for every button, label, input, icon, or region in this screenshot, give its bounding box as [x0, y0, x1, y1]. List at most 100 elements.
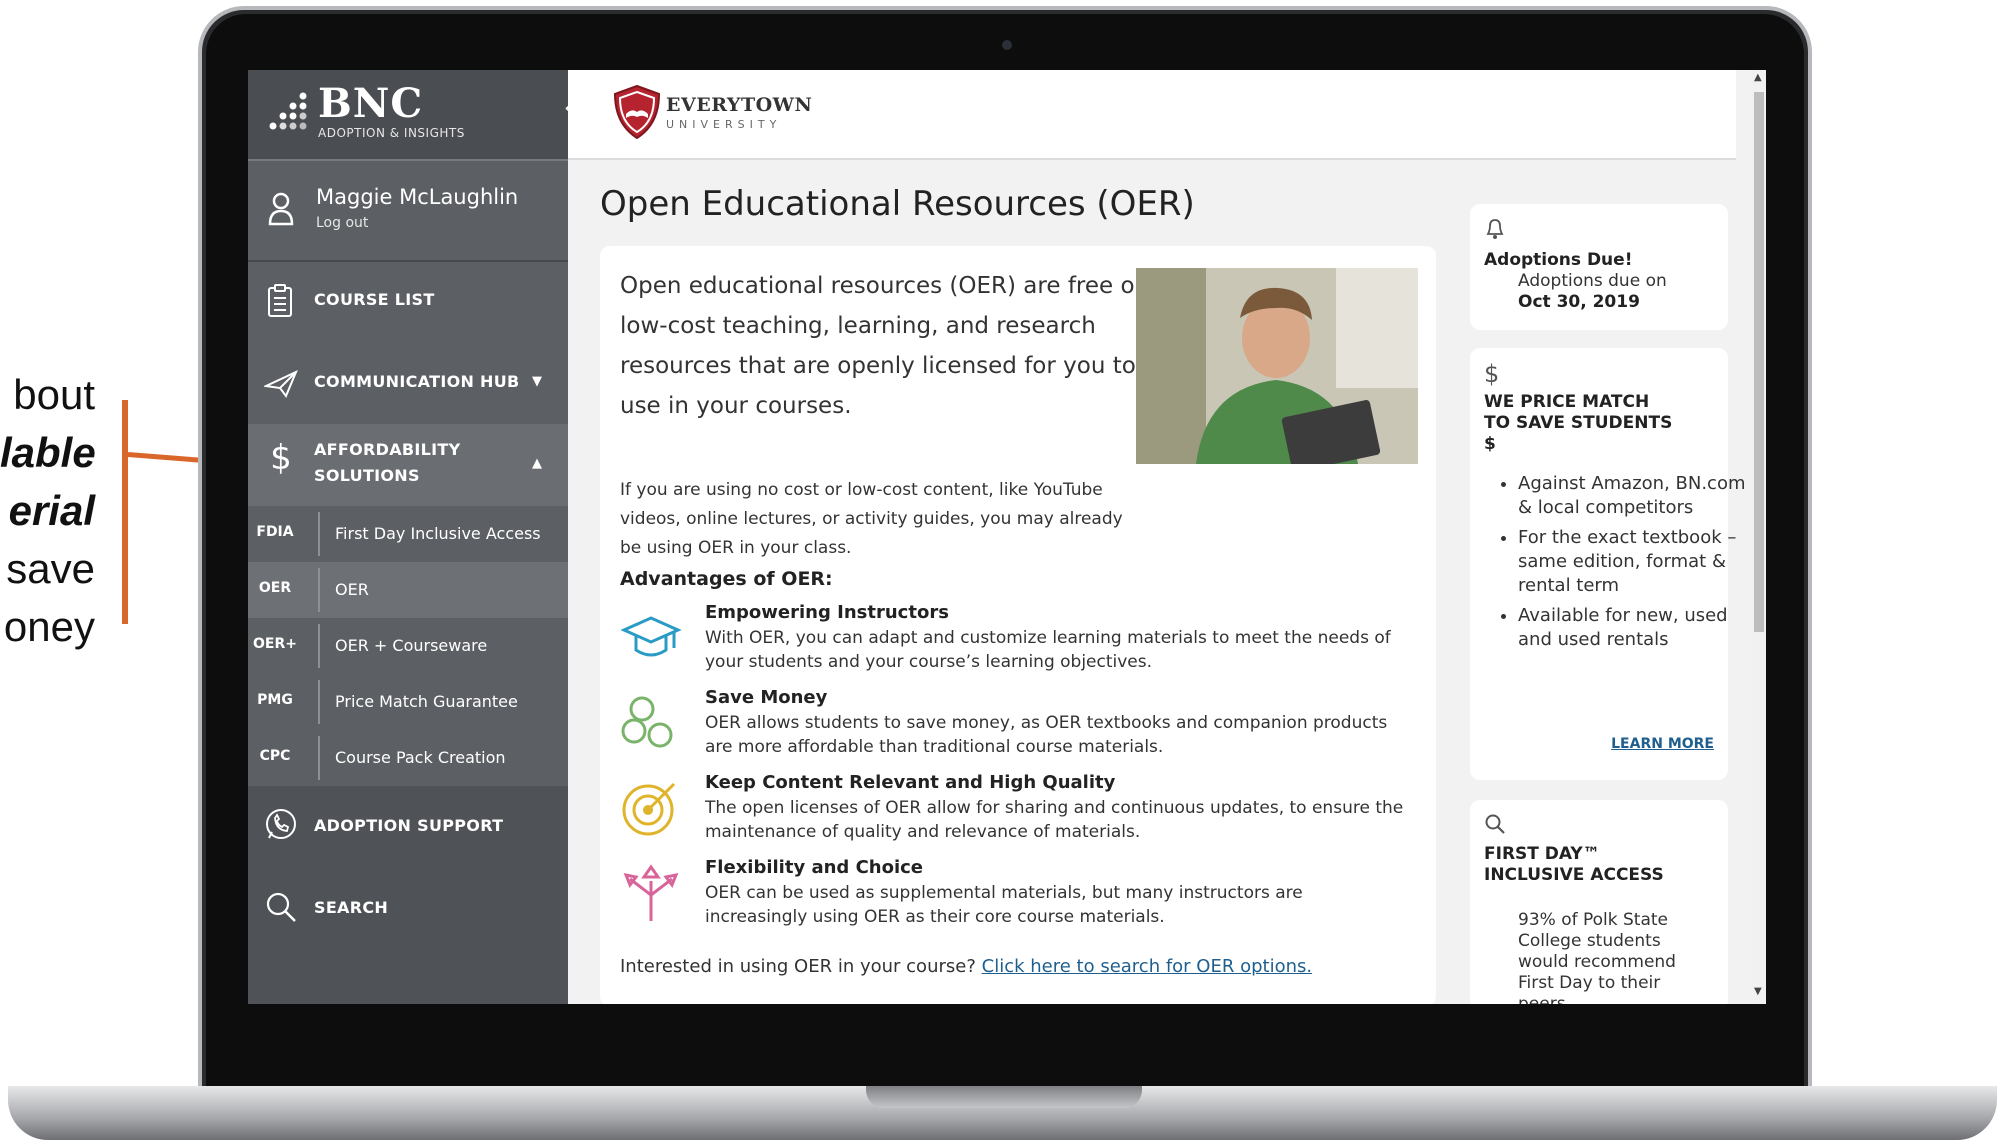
- main-content: EVERYTOWN UNIVERSITY Open Educational Re…: [568, 70, 1750, 1004]
- nav-search[interactable]: SEARCH: [248, 868, 568, 950]
- sidebar-footer: [248, 950, 568, 1004]
- subnav-label: First Day Inclusive Access: [335, 524, 541, 543]
- chevron-down-icon[interactable]: ▼: [1754, 986, 1762, 997]
- subnav-divider: [318, 680, 320, 724]
- cta-line: Interested in using OER in your course? …: [620, 956, 1312, 977]
- nav-communication-hub-label: COMMUNICATION HUB: [314, 372, 520, 391]
- nav-adoption-support[interactable]: ADOPTION SUPPORT: [248, 786, 568, 868]
- adoptions-line: Adoptions due on: [1518, 271, 1667, 291]
- subnav-label: Price Match Guarantee: [335, 692, 518, 711]
- advantages-title: Advantages of OER:: [620, 568, 833, 590]
- search-icon: [1485, 814, 1505, 834]
- clipboard-icon: [268, 284, 292, 317]
- price-match-heading-2: TO SAVE STUDENTS: [1484, 413, 1673, 433]
- first-day-text: 93% of Polk State College students would…: [1518, 910, 1676, 1004]
- advantage-heading: Empowering Instructors: [705, 602, 949, 623]
- callout-line-1: bout: [13, 371, 95, 418]
- intro-text: Open educational resources (OER) are fre…: [620, 273, 1145, 419]
- app-screen: BNC ADOPTION & INSIGHTS Maggie McLaughli…: [248, 70, 1766, 1004]
- subnav-abbr: OER: [258, 580, 292, 596]
- subnav-pmg[interactable]: PMG Price Match Guarantee: [248, 674, 568, 730]
- nav-course-list[interactable]: COURSE LIST: [248, 260, 568, 342]
- student-photo: [1136, 268, 1418, 464]
- oer-search-link[interactable]: Click here to search for OER options.: [982, 956, 1312, 977]
- nav-affordability-solutions[interactable]: $ AFFORDABILITY SOLUTIONS ▲: [248, 424, 568, 506]
- nav-adoption-support-label: ADOPTION SUPPORT: [314, 816, 504, 835]
- phone-chat-icon: [266, 809, 296, 839]
- graduation-cap-icon: [620, 616, 682, 657]
- brand-header: BNC ADOPTION & INSIGHTS: [248, 70, 568, 159]
- laptop-notch: [866, 1086, 1142, 1108]
- first-day-heading-2: INCLUSIVE ACCESS: [1484, 865, 1664, 885]
- learn-more-link[interactable]: LEARN MORE: [1611, 736, 1714, 752]
- sidebar: BNC ADOPTION & INSIGHTS Maggie McLaughli…: [248, 70, 568, 1004]
- subnav-divider: [318, 736, 320, 780]
- top-bar: EVERYTOWN UNIVERSITY: [568, 70, 1736, 160]
- subnav-divider: [318, 512, 320, 556]
- oer-card: Open educational resources (OER) are fre…: [600, 246, 1436, 1004]
- nav-communication-hub[interactable]: COMMUNICATION HUB ▼: [248, 342, 568, 424]
- callout-line-2: lable: [0, 429, 96, 476]
- brand-name: BNC: [318, 80, 424, 127]
- scrollbar[interactable]: ▲ ▼: [1752, 70, 1766, 1004]
- callout-bracket: [122, 400, 128, 624]
- subnav-label: OER: [335, 580, 369, 599]
- price-match-list: Against Amazon, BN.com & local competito…: [1478, 472, 1750, 658]
- callout-text: bout lable erial save oney: [0, 366, 96, 656]
- search-icon: [266, 892, 296, 922]
- subnav-oer[interactable]: OER OER: [248, 562, 568, 618]
- subnav-abbr: PMG: [257, 692, 293, 708]
- chevron-up-icon[interactable]: ▲: [1754, 72, 1762, 83]
- advantage-heading: Save Money: [705, 687, 828, 708]
- advantage-text: The open licenses of OER allow for shari…: [705, 798, 1404, 842]
- school-name: EVERYTOWN: [666, 94, 813, 116]
- subnav-cpc[interactable]: CPC Course Pack Creation: [248, 730, 568, 786]
- price-match-card: $ WE PRICE MATCH TO SAVE STUDENTS $ Agai…: [1470, 348, 1746, 780]
- page-title: Open Educational Resources (OER): [600, 184, 1195, 224]
- advantage-item: Keep Content Relevant and High Quality T…: [620, 772, 1420, 852]
- nav-search-label: SEARCH: [314, 898, 389, 917]
- callout-line-5: oney: [3, 603, 95, 650]
- coins-icon: [621, 696, 673, 748]
- list-item: Available for new, used and used rentals: [1518, 604, 1750, 652]
- subnav-abbr: OER+: [253, 636, 297, 652]
- camera-icon: [1002, 40, 1012, 50]
- price-match-heading-1: WE PRICE MATCH: [1484, 392, 1650, 412]
- list-item: Against Amazon, BN.com & local competito…: [1518, 472, 1750, 520]
- subnav-label: Course Pack Creation: [335, 748, 506, 767]
- advantage-item: Flexibility and Choice OER can be used a…: [620, 857, 1420, 937]
- bell-icon: [1486, 219, 1504, 239]
- small-text: If you are using no cost or low-cost con…: [620, 480, 1123, 558]
- subnav-abbr: FDIA: [256, 524, 294, 540]
- chevron-up-icon: ▲: [532, 456, 542, 471]
- callout-line-4: save: [6, 545, 95, 592]
- advantage-item: Empowering Instructors With OER, you can…: [620, 602, 1420, 682]
- adoptions-date: Oct 30, 2019: [1518, 292, 1640, 312]
- paper-plane-icon: [264, 370, 298, 398]
- advantage-heading: Flexibility and Choice: [705, 857, 924, 878]
- advantage-item: Save Money OER allows students to save m…: [620, 687, 1420, 767]
- subnav-oer-plus[interactable]: OER+ OER + Courseware: [248, 618, 568, 674]
- subnav-divider: [318, 624, 320, 668]
- bnc-logo-icon: [269, 92, 307, 130]
- scrollbar-thumb[interactable]: [1754, 92, 1764, 632]
- target-icon: [622, 782, 676, 836]
- subnav-fdia[interactable]: FDIA First Day Inclusive Access: [248, 506, 568, 562]
- subnav-abbr: CPC: [259, 748, 291, 764]
- price-match-heading-3: $: [1484, 434, 1496, 454]
- brand-tagline: ADOPTION & INSIGHTS: [318, 126, 465, 140]
- subnav-divider: [318, 568, 320, 612]
- dollar-icon: $: [1484, 360, 1500, 388]
- logout-link[interactable]: Log out: [316, 215, 368, 231]
- adoptions-due-card: Adoptions Due! Adoptions due on Oct 30, …: [1470, 204, 1728, 330]
- nav-affordability-label-2: SOLUTIONS: [314, 466, 420, 485]
- university-shield-icon: [613, 84, 661, 140]
- advantage-text: With OER, you can adapt and customize le…: [705, 628, 1391, 672]
- user-name: Maggie McLaughlin: [316, 185, 519, 209]
- callout-line-3: erial: [8, 487, 95, 534]
- cta-text: Interested in using OER in your course?: [620, 956, 976, 977]
- user-panel: Maggie McLaughlin Log out: [248, 159, 568, 262]
- nav-course-list-label: COURSE LIST: [314, 290, 435, 309]
- chevron-down-icon: ▼: [532, 374, 542, 389]
- dollar-icon: $: [270, 438, 292, 478]
